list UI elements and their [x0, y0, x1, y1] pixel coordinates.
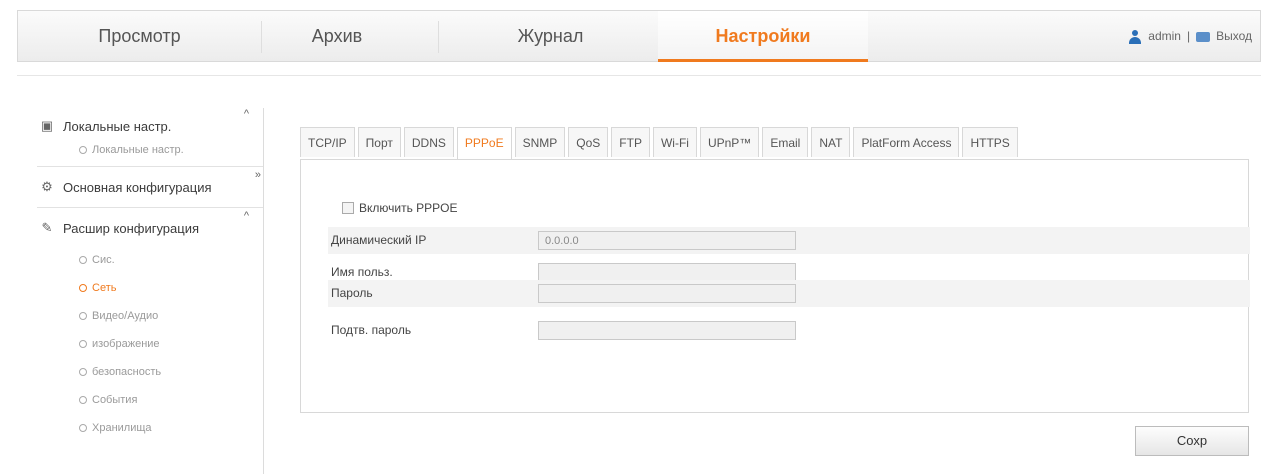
tab-pppoe[interactable]: PPPoE [456, 127, 512, 160]
password-label: Пароль [331, 286, 373, 300]
monitor-icon: ▣ [40, 118, 54, 133]
sidebar-item-label: Сис. [92, 254, 115, 266]
sidebar-item-security[interactable]: безопасность [37, 358, 263, 386]
header-divider [17, 75, 1261, 76]
bullet-icon [79, 256, 87, 265]
bullet-icon [79, 146, 87, 155]
nav-tab-archive[interactable]: Архив [262, 11, 412, 62]
nav-tab-settings[interactable]: Настройки [658, 11, 868, 62]
enable-pppoe-label: Включить PPPOE [359, 201, 458, 215]
enable-pppoe-checkbox[interactable] [342, 202, 354, 214]
sidebar-item-events[interactable]: События [37, 386, 263, 414]
save-button[interactable]: Сохр [1135, 426, 1249, 456]
sidebar-item-video-audio[interactable]: Видео/Аудио [37, 302, 263, 330]
user-separator: | [1186, 29, 1191, 43]
sidebar-group-basic[interactable]: ⚙ Основная конфигурация » [37, 169, 263, 205]
sidebar-group-label: Локальные настр. [63, 118, 172, 134]
chevron-up-icon[interactable]: ^ [244, 108, 249, 120]
sidebar-item-label: изображение [92, 338, 160, 350]
tab-nat[interactable]: NAT [811, 127, 851, 157]
tab-tcpip[interactable]: TCP/IP [300, 127, 355, 157]
bullet-icon [79, 312, 87, 321]
sidebar-item-label: Сеть [92, 282, 117, 294]
bullet-icon [79, 396, 87, 405]
nav-tab-preview[interactable]: Просмотр [18, 11, 261, 62]
tab-wifi[interactable]: Wi-Fi [652, 127, 697, 157]
bullet-icon [79, 368, 87, 377]
chevron-up-icon[interactable]: ^ [244, 210, 249, 222]
sidebar-item-label: События [92, 394, 138, 406]
sidebar-group-label: Основная конфигурация [63, 179, 212, 195]
dynamic-ip-label: Динамический IP [331, 233, 427, 247]
dynamic-ip-row: Динамический IP [328, 227, 1250, 254]
chevron-right-icon[interactable]: » [255, 169, 261, 181]
user-area: admin | Выход [1128, 11, 1252, 62]
password-row: Пароль [328, 280, 1250, 307]
tab-ddns[interactable]: DDNS [403, 127, 454, 157]
sidebar-item-network[interactable]: Сеть [37, 274, 263, 302]
username-link[interactable]: admin [1148, 11, 1181, 62]
confirm-password-field[interactable] [538, 321, 796, 340]
confirm-password-row: Подтв. пароль [328, 317, 1250, 344]
bullet-icon [79, 284, 87, 293]
tab-snmp[interactable]: SNMP [514, 127, 566, 157]
password-field[interactable] [538, 284, 796, 303]
tab-port[interactable]: Порт [357, 127, 401, 157]
sidebar-item-system[interactable]: Сис. [37, 246, 263, 274]
sidebar-item-image[interactable]: изображение [37, 330, 263, 358]
logout-icon[interactable] [1196, 31, 1211, 42]
sidebar-item-storage[interactable]: Хранилища [37, 414, 263, 442]
dynamic-ip-field [538, 231, 796, 250]
nav-tab-log[interactable]: Журнал [448, 11, 653, 62]
top-nav-bar: Просмотр Архив Журнал Настройки admin | … [17, 10, 1261, 62]
pppoe-panel: Включить PPPOE Динамический IP Имя польз… [300, 159, 1250, 413]
sidebar: ▣ Локальные настр. ^ Локальные настр. ⚙ … [37, 108, 264, 474]
bullet-icon [79, 424, 87, 433]
sidebar-divider [37, 166, 263, 167]
sidebar-item-label: Локальные настр. [92, 144, 184, 156]
sidebar-item-label: Видео/Аудио [92, 310, 159, 322]
tab-platform-access[interactable]: PlatForm Access [853, 127, 960, 157]
enable-pppoe-row: Включить PPPOE [342, 201, 458, 215]
tab-qos[interactable]: QoS [568, 127, 609, 157]
logout-link[interactable]: Выход [1216, 11, 1252, 62]
bullet-icon [79, 340, 87, 349]
tab-upnp[interactable]: UPnP™ [699, 127, 760, 157]
tab-email[interactable]: Email [762, 127, 809, 157]
wrench-icon: ✎ [41, 220, 53, 235]
sidebar-item-label: безопасность [92, 366, 162, 378]
tab-https[interactable]: HTTPS [962, 127, 1018, 157]
gear-icon: ⚙ [41, 179, 53, 194]
nav-separator [438, 21, 439, 53]
sidebar-group-local[interactable]: ▣ Локальные настр. ^ [37, 108, 263, 144]
tab-ftp[interactable]: FTP [611, 127, 650, 157]
sidebar-group-advanced[interactable]: ✎ Расшир конфигурация ^ [37, 210, 263, 246]
network-tabs: TCP/IP Порт DDNS PPPoE SNMP QoS FTP Wi-F… [300, 127, 1021, 160]
confirm-password-label: Подтв. пароль [331, 323, 412, 337]
sidebar-divider [37, 207, 263, 208]
sidebar-group-label: Расшир конфигурация [63, 220, 200, 236]
user-icon [1128, 29, 1142, 44]
sidebar-item-label: Хранилища [92, 422, 152, 434]
